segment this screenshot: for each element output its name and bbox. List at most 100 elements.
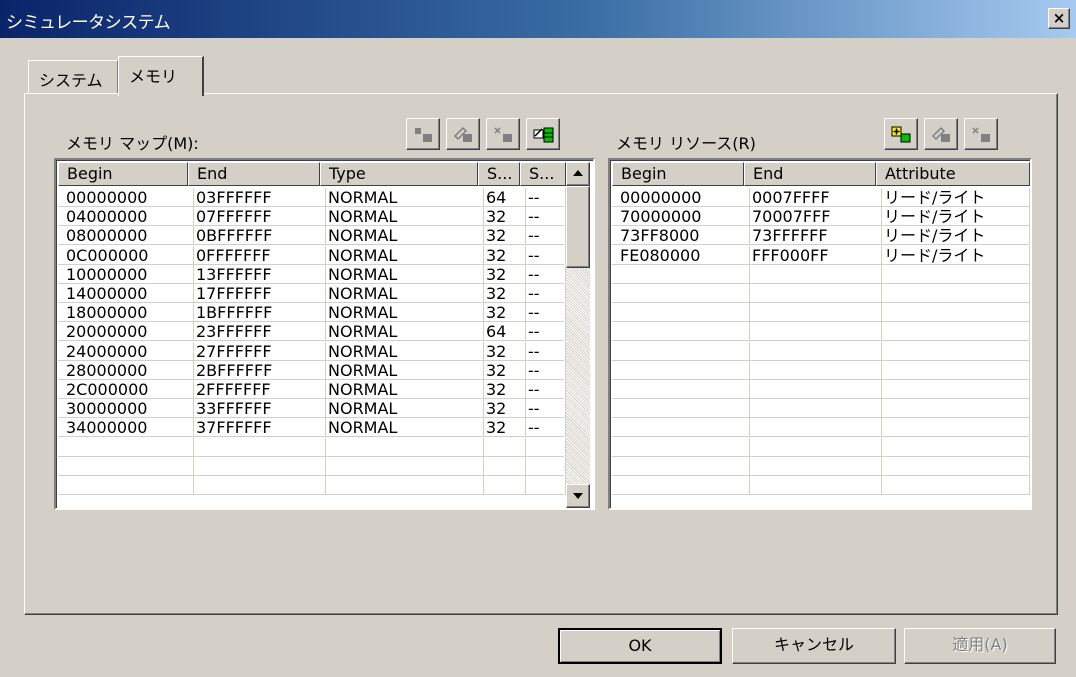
table-row[interactable]: 34000000 37FFFFFF NORMAL 32 -- (58, 418, 566, 438)
empty-row (612, 360, 1030, 380)
empty-row (612, 399, 1030, 419)
cell-size: 32 (484, 418, 526, 438)
cell-attribute (882, 284, 1030, 303)
scroll-down-button[interactable] (566, 484, 590, 508)
cell-size: 32 (484, 380, 526, 399)
table-row[interactable]: 30000000 33FFFFFF NORMAL 32 -- (58, 399, 566, 419)
cell-size: 32 (484, 303, 526, 323)
cell-attribute (882, 360, 1030, 380)
cell-end (750, 284, 882, 303)
memory-resource-label: メモリ リソース(R) (616, 134, 756, 153)
column-header-type[interactable]: Type (320, 162, 478, 186)
column-header-s2[interactable]: S... (520, 162, 566, 186)
cell-s2: -- (526, 341, 566, 361)
column-header-begin[interactable]: Begin (612, 162, 744, 186)
delete-disabled-icon (972, 127, 990, 142)
table-row[interactable]: 2C000000 2FFFFFFF NORMAL 32 -- (58, 380, 566, 399)
scroll-thumb[interactable] (566, 186, 590, 268)
cell-size: 64 (484, 188, 526, 207)
column-header-attribute[interactable]: Attribute (876, 162, 1030, 186)
cell-type: NORMAL (326, 245, 484, 265)
table-row[interactable]: 28000000 2BFFFFFF NORMAL 32 -- (58, 360, 566, 380)
cell-end (750, 303, 882, 323)
empty-row (612, 380, 1030, 399)
resource-add-button[interactable] (884, 118, 918, 150)
table-row[interactable]: 0C000000 0FFFFFFF NORMAL 32 -- (58, 245, 566, 265)
table-row[interactable]: 04000000 07FFFFFF NORMAL 32 -- (58, 207, 566, 227)
cell-end: 03FFFFFF (194, 188, 326, 207)
cell-s2: -- (526, 284, 566, 303)
table-row[interactable]: 10000000 13FFFFFF NORMAL 32 -- (58, 264, 566, 284)
table-row[interactable]: FE080000 FFF000FF リード/ライト (612, 245, 1030, 265)
cell-s2: -- (526, 264, 566, 284)
ok-button[interactable]: OK (558, 628, 722, 664)
cell-size: 64 (484, 322, 526, 342)
cell-type: NORMAL (326, 360, 484, 380)
memory-map-scrollbar[interactable] (566, 162, 590, 508)
table-row[interactable]: 18000000 1BFFFFFF NORMAL 32 -- (58, 303, 566, 323)
edit-disabled-icon (931, 126, 950, 142)
cell-begin (618, 456, 750, 476)
cell-begin: 10000000 (64, 264, 194, 284)
tab-system[interactable]: システム (28, 60, 118, 93)
cell-begin (618, 341, 750, 361)
cell-begin: 73FF8000 (618, 226, 750, 246)
map-delete-button[interactable] (486, 118, 520, 150)
column-header-end[interactable]: End (188, 162, 320, 186)
empty-row (58, 476, 566, 495)
cell-begin (618, 399, 750, 419)
cell-begin: 00000000 (618, 188, 750, 207)
map-edit-button[interactable] (446, 118, 480, 150)
table-row[interactable]: 00000000 0007FFFF リード/ライト (612, 188, 1030, 207)
title-bar: シミュレータシステム × (0, 0, 1076, 38)
cell-attribute: リード/ライト (882, 245, 1030, 265)
column-header-s1[interactable]: S... (478, 162, 520, 186)
empty-row (612, 456, 1030, 476)
column-header-end[interactable]: End (744, 162, 876, 186)
cell-attribute (882, 341, 1030, 361)
cell-begin (64, 476, 194, 495)
edit-disabled-icon (453, 126, 472, 142)
cell-end: 0FFFFFFF (194, 245, 326, 265)
table-row[interactable]: 24000000 27FFFFFF NORMAL 32 -- (58, 341, 566, 361)
cell-type (326, 476, 484, 495)
cell-size: 32 (484, 341, 526, 361)
cell-begin: 14000000 (64, 284, 194, 303)
apply-button[interactable]: 適用(A) (904, 628, 1056, 664)
cell-end (750, 380, 882, 399)
memory-map-list[interactable]: Begin End Type S... S... 00000000 03FFFFF… (54, 158, 595, 510)
cell-s2 (526, 437, 566, 457)
map-settings-button[interactable] (526, 118, 560, 150)
cell-begin (618, 418, 750, 438)
cell-begin: 24000000 (64, 341, 194, 361)
add-disabled-icon (415, 128, 432, 142)
table-row[interactable]: 73FF8000 73FFFFFF リード/ライト (612, 226, 1030, 246)
resource-edit-button[interactable] (924, 118, 958, 150)
cell-size: 32 (484, 226, 526, 246)
cancel-button[interactable]: キャンセル (732, 628, 896, 664)
table-row[interactable]: 20000000 23FFFFFF NORMAL 64 -- (58, 322, 566, 342)
cell-type: NORMAL (326, 380, 484, 399)
cell-begin: 04000000 (64, 207, 194, 227)
cell-begin (618, 284, 750, 303)
column-header-begin[interactable]: Begin (58, 162, 188, 186)
cell-s2 (526, 456, 566, 476)
cell-s2: -- (526, 322, 566, 342)
delete-disabled-icon (494, 127, 512, 142)
cell-end: 2BFFFFFF (194, 360, 326, 380)
cell-end: FFF000FF (750, 245, 882, 265)
cell-end (750, 399, 882, 419)
close-button[interactable]: × (1048, 8, 1070, 29)
table-row[interactable]: 00000000 03FFFFFF NORMAL 64 -- (58, 188, 566, 207)
resource-delete-button[interactable] (964, 118, 998, 150)
scroll-up-button[interactable] (566, 162, 590, 186)
table-row[interactable]: 14000000 17FFFFFF NORMAL 32 -- (58, 284, 566, 303)
table-row[interactable]: 08000000 0BFFFFFF NORMAL 32 -- (58, 226, 566, 246)
cell-begin: 00000000 (64, 188, 194, 207)
memory-resource-list[interactable]: Begin End Attribute 00000000 0007FFFF リード/… (608, 158, 1032, 510)
table-row[interactable]: 70000000 70007FFF リード/ライト (612, 207, 1030, 227)
empty-row (612, 303, 1030, 323)
cell-end: 70007FFF (750, 207, 882, 227)
map-add-button[interactable] (406, 118, 440, 150)
tab-memory[interactable]: メモリ (118, 56, 204, 96)
